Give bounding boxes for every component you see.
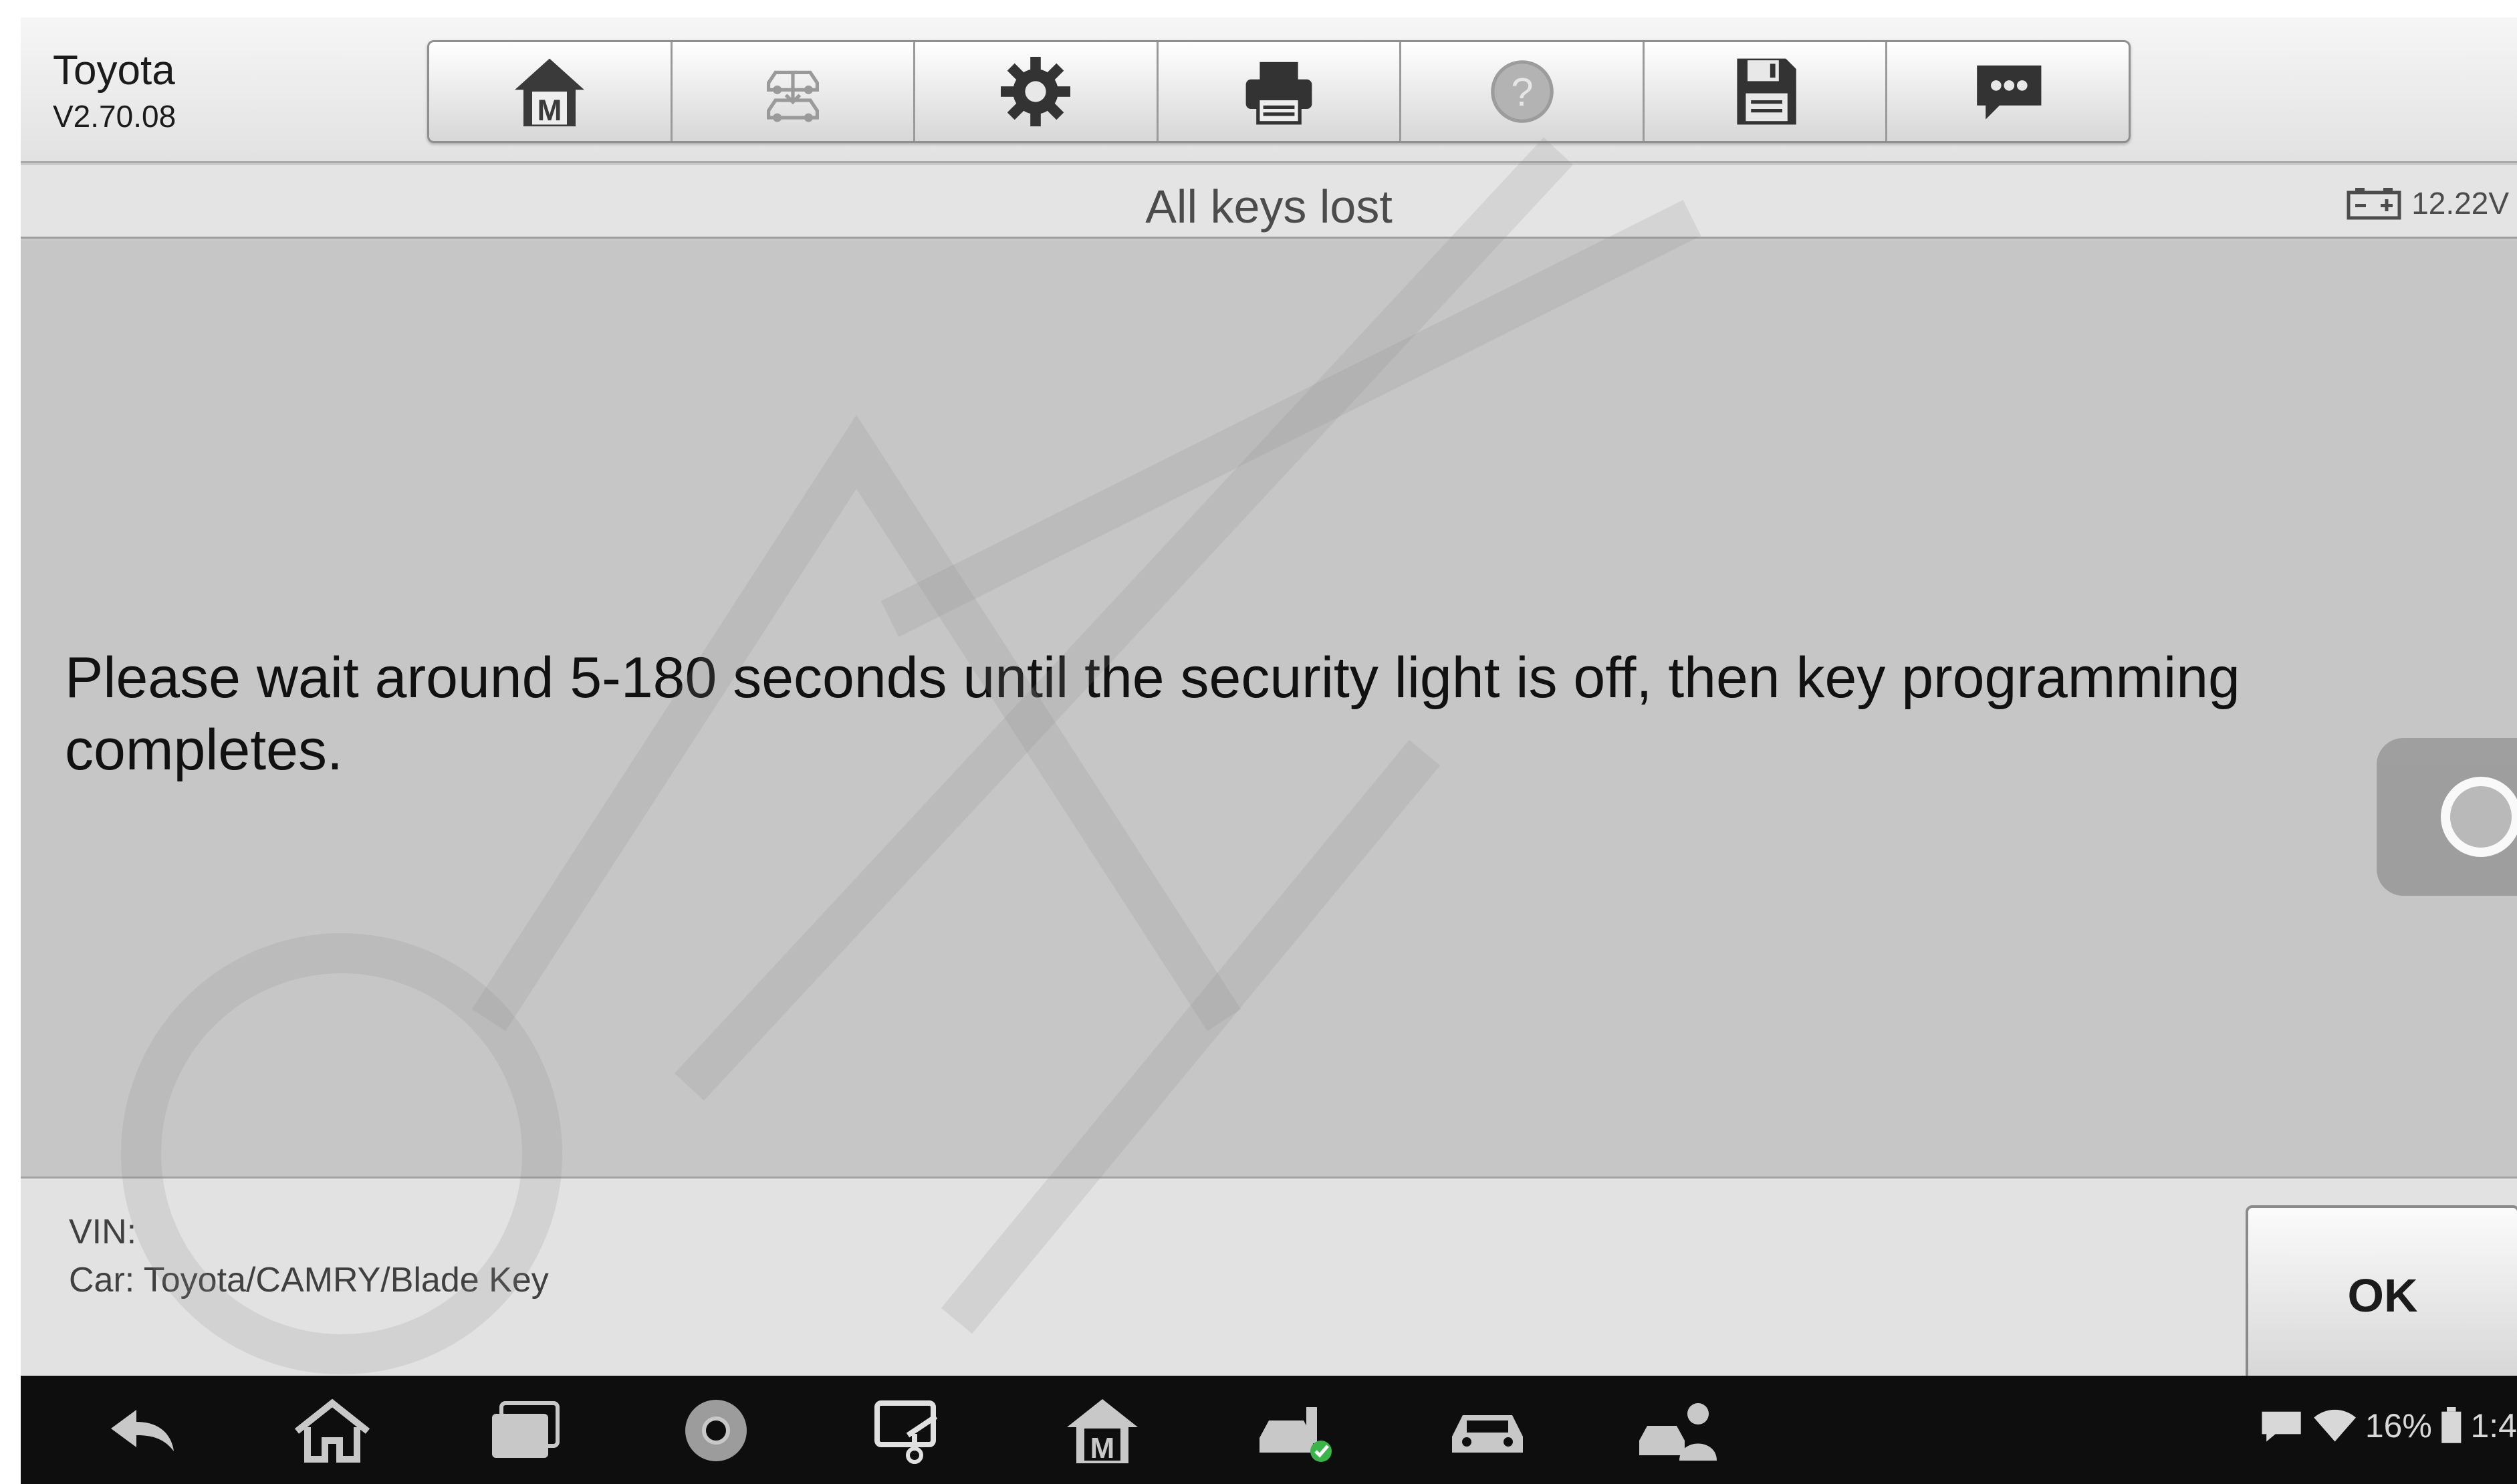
save-button[interactable] bbox=[1645, 42, 1888, 141]
status-bar: 16% 1:4 bbox=[2259, 1406, 2517, 1445]
nav-car-service-button[interactable] bbox=[1632, 1389, 1725, 1472]
help-button[interactable]: ? bbox=[1401, 42, 1645, 141]
car-icon bbox=[1452, 1415, 1523, 1453]
home-button[interactable]: M bbox=[429, 42, 673, 141]
app-version: V2.70.08 bbox=[53, 99, 176, 134]
nav-home-button[interactable] bbox=[285, 1389, 379, 1472]
car-label: Car: Toyota/CAMRY/Blade Key bbox=[69, 1261, 549, 1300]
battery-voltage: 12.22V bbox=[2346, 185, 2509, 221]
settings-button[interactable] bbox=[915, 42, 1159, 141]
vehicle-info: VIN: Car: Toyota/CAMRY/Blade Key bbox=[69, 1208, 549, 1304]
print-button[interactable] bbox=[1159, 42, 1402, 141]
app-header: Toyota V2.70.08 M ? bbox=[21, 17, 2517, 163]
vin-label: VIN: bbox=[69, 1213, 137, 1251]
vehicle-check-icon bbox=[1260, 1407, 1332, 1462]
maxisys-m-icon: M bbox=[1067, 1399, 1138, 1465]
car-battery-icon bbox=[2347, 188, 2401, 220]
car-service-icon bbox=[1639, 1403, 1717, 1461]
gear-icon bbox=[1001, 57, 1071, 126]
svg-text:M: M bbox=[1090, 1432, 1115, 1465]
screen-title: All keys lost bbox=[1145, 180, 1393, 233]
home-m-icon: M bbox=[515, 58, 585, 127]
main-toolbar: M ? bbox=[427, 40, 2131, 143]
app-window: Toyota V2.70.08 M ? All keys lost 12.22V… bbox=[21, 17, 2517, 1484]
vehicle-info-footer: VIN: Car: Toyota/CAMRY/Blade Key OK bbox=[21, 1177, 2517, 1392]
android-nav-bar: M 16% 1:4 bbox=[21, 1376, 2517, 1484]
nav-maxisys-button[interactable]: M bbox=[1056, 1389, 1149, 1472]
chrome-icon bbox=[685, 1400, 747, 1461]
main-content: Please wait around 5-180 seconds until t… bbox=[21, 241, 2517, 1177]
nav-recent-apps-button[interactable] bbox=[478, 1389, 572, 1472]
home-icon bbox=[294, 1398, 370, 1463]
nav-car-button[interactable] bbox=[1441, 1389, 1534, 1472]
svg-text:?: ? bbox=[1511, 70, 1533, 114]
nav-vehicle-check-button[interactable] bbox=[1249, 1389, 1343, 1472]
vehicle-swap-button[interactable] bbox=[673, 42, 916, 141]
nav-back-button[interactable] bbox=[94, 1389, 188, 1472]
nav-chrome-button[interactable] bbox=[669, 1389, 763, 1472]
screen-capture-icon bbox=[874, 1400, 938, 1464]
svg-text:M: M bbox=[537, 94, 562, 127]
instruction-message: Please wait around 5-180 seconds until t… bbox=[65, 646, 2240, 782]
wifi-icon bbox=[2313, 1409, 2356, 1442]
brand-name: Toyota bbox=[53, 47, 175, 94]
feedback-icon bbox=[1976, 66, 2042, 120]
voltage-value: 12.22V bbox=[2411, 186, 2509, 221]
back-icon bbox=[111, 1410, 174, 1451]
clock: 1:4 bbox=[2470, 1407, 2517, 1445]
battery-icon bbox=[2441, 1407, 2462, 1443]
assist-ring-icon bbox=[2441, 777, 2517, 857]
battery-percent: 16% bbox=[2365, 1407, 2432, 1445]
nav-screen-capture-button[interactable] bbox=[864, 1389, 958, 1472]
printer-icon bbox=[1245, 61, 1312, 125]
floating-assist-button[interactable] bbox=[2377, 738, 2517, 896]
recent-apps-icon bbox=[492, 1401, 560, 1458]
feedback-button[interactable] bbox=[1887, 42, 2129, 141]
ok-button[interactable]: OK bbox=[2246, 1205, 2517, 1386]
message-icon bbox=[2262, 1411, 2302, 1442]
help-icon: ? bbox=[1490, 60, 1554, 123]
vehicle-swap-icon bbox=[766, 70, 819, 122]
screen-title-bar: All keys lost 12.22V bbox=[21, 165, 2517, 239]
save-icon bbox=[1737, 58, 1796, 125]
brand-block: Toyota V2.70.08 bbox=[53, 45, 176, 136]
